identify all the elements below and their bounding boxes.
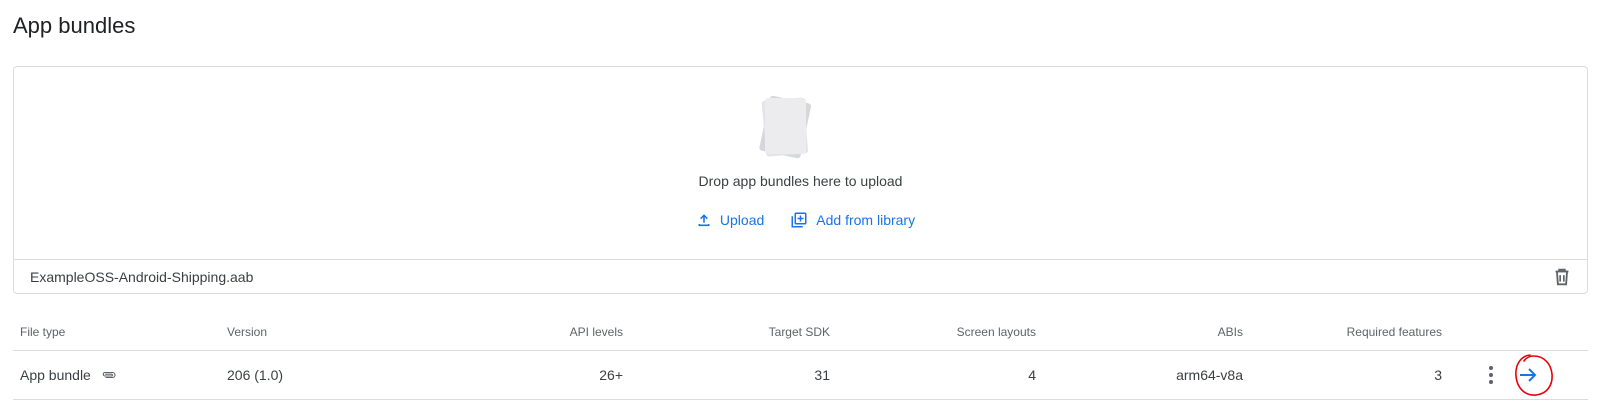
paper-stack-illustration [759,95,812,159]
cell-version: 206 (1.0) [227,367,284,383]
table-row: App bundle 206 (1.0) 26+ 31 4 arm64-v8a … [13,351,1588,400]
cell-api-levels: 26+ [599,367,623,383]
drop-instructions: Drop app bundles here to upload [698,173,903,189]
trash-icon[interactable] [1551,266,1573,288]
header-version: Version [227,325,268,339]
add-from-library-button[interactable]: Add from library [790,209,915,231]
add-from-library-label: Add from library [816,212,916,228]
table-header: File type Version API levels Target SDK … [13,313,1588,351]
upload-card: Drop app bundles here to upload Upload A… [13,66,1588,294]
cell-target-sdk: 31 [814,367,830,383]
header-file-type: File type [20,325,66,339]
header-required-features: Required features [1346,325,1442,339]
cell-file-type: App bundle [20,367,117,383]
drop-zone[interactable]: Drop app bundles here to upload Upload A… [14,67,1587,259]
upload-label: Upload [719,212,765,228]
upload-actions: Upload Add from library [14,209,1587,231]
header-target-sdk: Target SDK [768,325,830,339]
header-screen-layouts: Screen layouts [956,325,1036,339]
cell-abis: arm64-v8a [1176,367,1243,383]
file-type-value: App bundle [20,367,91,383]
header-api-levels: API levels [569,325,623,339]
bundle-details-table: File type Version API levels Target SDK … [13,313,1588,400]
paperclip-icon [102,372,116,379]
uploaded-file-row: ExampleOSS-Android-Shipping.aab [14,259,1587,294]
upload-button[interactable]: Upload [696,209,764,231]
more-vert-icon[interactable] [1487,365,1495,385]
cell-required-features: 3 [1434,367,1442,383]
page-title: App bundles [13,13,136,38]
uploaded-file-name: ExampleOSS-Android-Shipping.aab [30,269,254,285]
add-library-icon [791,212,807,228]
header-abis: ABIs [1217,325,1243,339]
arrow-forward-icon[interactable] [1516,363,1540,387]
upload-icon [698,214,710,227]
cell-screen-layouts: 4 [1028,367,1036,383]
